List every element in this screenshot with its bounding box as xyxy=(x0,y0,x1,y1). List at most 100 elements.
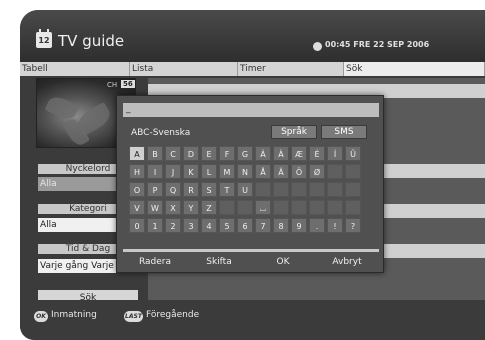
key-row: ABCDEFGÁÀÆÉÍÜ xyxy=(129,146,377,161)
key[interactable]: 6 xyxy=(237,218,253,233)
last-key-icon: LAST xyxy=(124,311,143,322)
key[interactable]: ? xyxy=(345,218,361,233)
language-button[interactable]: Språk xyxy=(271,125,317,139)
key-empty[interactable] xyxy=(327,164,343,179)
key-empty[interactable] xyxy=(219,200,235,215)
key[interactable]: D xyxy=(183,146,199,161)
key[interactable]: K xyxy=(183,164,199,179)
tab-lista[interactable]: Lista xyxy=(130,62,238,76)
ok-key-icon: OK xyxy=(34,311,48,322)
key[interactable]: V xyxy=(129,200,145,215)
ok-hint: Inmatning xyxy=(51,310,97,320)
key-empty[interactable] xyxy=(327,200,343,215)
key[interactable]: Ö xyxy=(291,164,307,179)
key-empty[interactable] xyxy=(291,200,307,215)
key[interactable]: B xyxy=(147,146,163,161)
key[interactable]: 7 xyxy=(255,218,271,233)
key[interactable]: S xyxy=(201,182,217,197)
key[interactable]: O xyxy=(129,182,145,197)
key[interactable]: 0 xyxy=(129,218,145,233)
tv-guide-screen: 12 TV guide 00:45 FRE 22 SEP 2006 Tabell… xyxy=(20,10,485,340)
keyboard-input[interactable]: _ xyxy=(123,103,379,117)
key[interactable]: J xyxy=(165,164,181,179)
key[interactable]: Q xyxy=(165,182,181,197)
key[interactable]: ! xyxy=(327,218,343,233)
key[interactable]: Y xyxy=(183,200,199,215)
channel-label: CH xyxy=(107,81,118,89)
key[interactable]: M xyxy=(219,164,235,179)
shift-button[interactable]: Skifta xyxy=(187,254,251,270)
key-empty[interactable] xyxy=(237,200,253,215)
key[interactable]: À xyxy=(273,146,289,161)
page-title: TV guide xyxy=(58,32,125,50)
clock-icon xyxy=(313,42,322,51)
key[interactable]: G xyxy=(237,146,253,161)
calendar-icon: 12 xyxy=(36,29,52,48)
key[interactable]: N xyxy=(237,164,253,179)
key-row: OPQRSTU xyxy=(129,182,377,197)
key[interactable]: F xyxy=(219,146,235,161)
tab-bar: Tabell Lista Timer Sök xyxy=(20,62,485,76)
key[interactable]: Ä xyxy=(273,164,289,179)
key[interactable]: 3 xyxy=(183,218,199,233)
key[interactable]: A xyxy=(129,146,145,161)
key[interactable]: Å xyxy=(255,164,271,179)
key[interactable]: Á xyxy=(255,146,271,161)
key-row: HIJKLMNÅÄÖØ xyxy=(129,164,377,179)
channel-number: 56 xyxy=(121,80,135,88)
key-row: V W X Y Z ⌴ xyxy=(129,200,377,215)
key-empty[interactable] xyxy=(309,200,325,215)
key[interactable]: 4 xyxy=(201,218,217,233)
key[interactable]: W xyxy=(147,200,163,215)
key[interactable]: 1 xyxy=(147,218,163,233)
key-empty[interactable] xyxy=(309,182,325,197)
keyboard-language: ABC-Svenska xyxy=(131,128,191,138)
key[interactable]: E xyxy=(201,146,217,161)
key[interactable]: L xyxy=(201,164,217,179)
key-empty[interactable] xyxy=(291,182,307,197)
key[interactable]: X xyxy=(165,200,181,215)
ok-button[interactable]: OK xyxy=(251,254,315,270)
key[interactable]: Ø xyxy=(309,164,325,179)
key[interactable]: R xyxy=(183,182,199,197)
key[interactable]: . xyxy=(309,218,325,233)
datetime-display: 00:45 FRE 22 SEP 2006 xyxy=(325,40,430,49)
key[interactable]: Æ xyxy=(291,146,307,161)
key[interactable]: 2 xyxy=(165,218,181,233)
key-grid: A B C D E F G Á À Æ É Í Ü H I J K L M N Å Ä Ö Ø O P Q R S T U V W X Y Z ⌴ 0 1 2… xyxy=(129,146,377,236)
key-empty[interactable] xyxy=(273,200,289,215)
key-empty[interactable] xyxy=(345,182,361,197)
keyboard-actions: Radera Skifta OK Avbryt xyxy=(123,254,379,270)
header-bar: 12 TV guide 00:45 FRE 22 SEP 2006 xyxy=(20,10,485,62)
key[interactable]: U xyxy=(237,182,253,197)
key-empty[interactable] xyxy=(345,200,361,215)
key[interactable]: Í xyxy=(327,146,343,161)
cancel-button[interactable]: Avbryt xyxy=(315,254,379,270)
last-hint: Föregående xyxy=(146,310,200,320)
footer-bar: OK Inmatning LAST Föregående xyxy=(20,300,485,340)
key-empty[interactable] xyxy=(273,182,289,197)
key-empty[interactable] xyxy=(345,164,361,179)
key[interactable]: P xyxy=(147,182,163,197)
key[interactable]: Z xyxy=(201,200,217,215)
preview-foliage xyxy=(44,93,80,123)
tab-sok[interactable]: Sök xyxy=(344,62,485,76)
key-empty[interactable] xyxy=(255,182,271,197)
sms-button[interactable]: SMS xyxy=(321,125,367,139)
key[interactable]: I xyxy=(147,164,163,179)
key[interactable]: T xyxy=(219,182,235,197)
key-space[interactable]: ⌴ xyxy=(255,200,271,215)
key[interactable]: Ü xyxy=(345,146,361,161)
key[interactable]: 8 xyxy=(273,218,289,233)
key-empty[interactable] xyxy=(327,182,343,197)
keyboard-divider xyxy=(123,249,379,252)
key[interactable]: C xyxy=(165,146,181,161)
key[interactable]: 5 xyxy=(219,218,235,233)
key[interactable]: H xyxy=(129,164,145,179)
key[interactable]: É xyxy=(309,146,325,161)
key[interactable]: 9 xyxy=(291,218,307,233)
tab-tabell[interactable]: Tabell xyxy=(20,62,130,76)
key-row: 0 1 2 3 4 5 6 7 8 9.!? xyxy=(129,218,377,233)
delete-button[interactable]: Radera xyxy=(123,254,187,270)
tab-timer[interactable]: Timer xyxy=(238,62,344,76)
